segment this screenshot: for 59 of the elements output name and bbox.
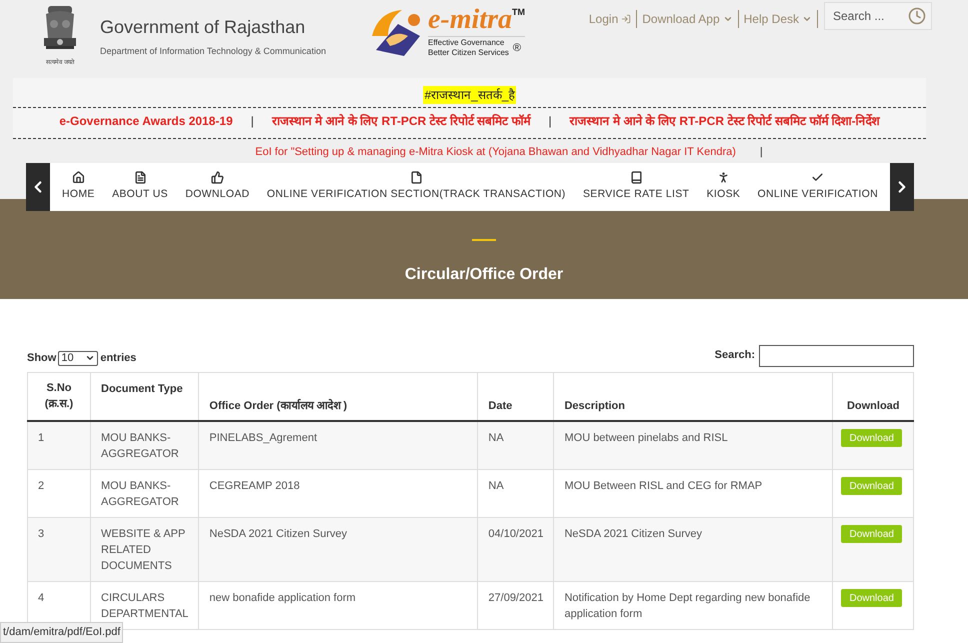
download-button[interactable]: Download bbox=[841, 525, 902, 543]
hashtag-banner: #राजस्थान_सतर्क_है bbox=[423, 86, 516, 104]
table-search-field[interactable] bbox=[759, 344, 914, 366]
book-icon bbox=[630, 170, 643, 184]
file-icon bbox=[410, 170, 423, 184]
entries-label: entries bbox=[100, 351, 136, 366]
column-header: Description bbox=[554, 372, 833, 421]
login-icon bbox=[621, 14, 632, 24]
brand-tagline: Better Citizen Services bbox=[428, 48, 509, 58]
header-link[interactable]: Help Desk bbox=[738, 10, 818, 28]
search-field[interactable]: Search ... bbox=[824, 2, 932, 30]
page-size-select[interactable]: 10 bbox=[58, 350, 98, 366]
nav-item[interactable]: SERVICE RATE LIST bbox=[582, 170, 690, 202]
notice-link[interactable]: EoI for "Setting up & managing e-Mitra Kiosk at (Yojana Bhawan and Vidhyadhar Nagar IT Kendra) bbox=[255, 144, 736, 160]
page-title: Circular/Office Order bbox=[404, 264, 564, 284]
column-header: S.No (क्र.स.) bbox=[28, 372, 90, 421]
home-icon bbox=[72, 170, 85, 184]
table-cell: new bonafide application form bbox=[198, 582, 478, 630]
person-icon bbox=[716, 170, 730, 184]
nav-item[interactable]: ABOUT US bbox=[112, 170, 168, 202]
caret-icon bbox=[722, 14, 733, 24]
column-header: Document Type bbox=[90, 372, 199, 421]
table-cell: Notification by Home Dept regarding new bonafide application form bbox=[554, 582, 833, 630]
header-link[interactable]: Login bbox=[584, 10, 638, 28]
separator-text: | bbox=[250, 113, 254, 130]
download-button[interactable]: Download bbox=[841, 589, 902, 607]
column-header: Download bbox=[832, 372, 914, 421]
news-link[interactable]: e-Governance Awards 2018-19 bbox=[59, 112, 233, 130]
next-arrow-button[interactable] bbox=[890, 162, 914, 210]
nav-item[interactable]: ONLINE VERIFICATION SECTION(TRACK TRANSACTION) bbox=[266, 170, 566, 202]
nav-item[interactable]: HOME bbox=[62, 170, 95, 202]
nav-item[interactable]: ONLINE VERIFICATION bbox=[758, 170, 878, 202]
caret-icon bbox=[802, 14, 812, 24]
document-icon bbox=[134, 170, 146, 184]
separator-text: | bbox=[760, 145, 763, 160]
thumbs-up-icon bbox=[210, 170, 224, 184]
header-link[interactable]: Download App bbox=[637, 10, 739, 28]
search-label: Search: bbox=[714, 348, 755, 364]
download-button[interactable]: Download bbox=[841, 429, 902, 447]
brand-name: e-mitra bbox=[428, 6, 512, 34]
column-header: Office Order (कार्यालय आदेश ) bbox=[198, 372, 478, 421]
check-icon bbox=[811, 170, 824, 184]
download-button[interactable]: Download bbox=[841, 477, 902, 495]
brand-tagline: Effective Governance bbox=[428, 38, 506, 48]
show-label: Show bbox=[27, 351, 56, 366]
site-title: Government of Rajasthan bbox=[100, 16, 306, 38]
previous-arrow-button[interactable] bbox=[26, 162, 50, 210]
column-header: Date bbox=[478, 372, 554, 421]
news-link[interactable]: राजस्थान मे आने के लिए RT-PCR टेस्ट रिपोर्ट सबमिट फॉर्म bbox=[272, 112, 531, 130]
registered-mark: ® bbox=[512, 40, 522, 56]
status-bar: t/dam/emitra/pdf/EoI.pdf bbox=[0, 622, 124, 643]
news-link[interactable]: राजस्थान मे आने के लिए RT-PCR टेस्ट रिपोर्ट सबमिट फॉर्म दिशा-निर्देश bbox=[570, 112, 880, 130]
table-cell: 27/09/2021 bbox=[478, 582, 554, 630]
clock-icon bbox=[908, 7, 926, 25]
site-subtitle: Department of Information Technology & Communication bbox=[100, 44, 327, 58]
nav-item[interactable]: KIOSK bbox=[706, 170, 740, 202]
nav-item[interactable]: DOWNLOAD bbox=[185, 170, 250, 202]
trademark-mark: TM bbox=[512, 6, 525, 19]
separator-text: | bbox=[548, 113, 552, 130]
